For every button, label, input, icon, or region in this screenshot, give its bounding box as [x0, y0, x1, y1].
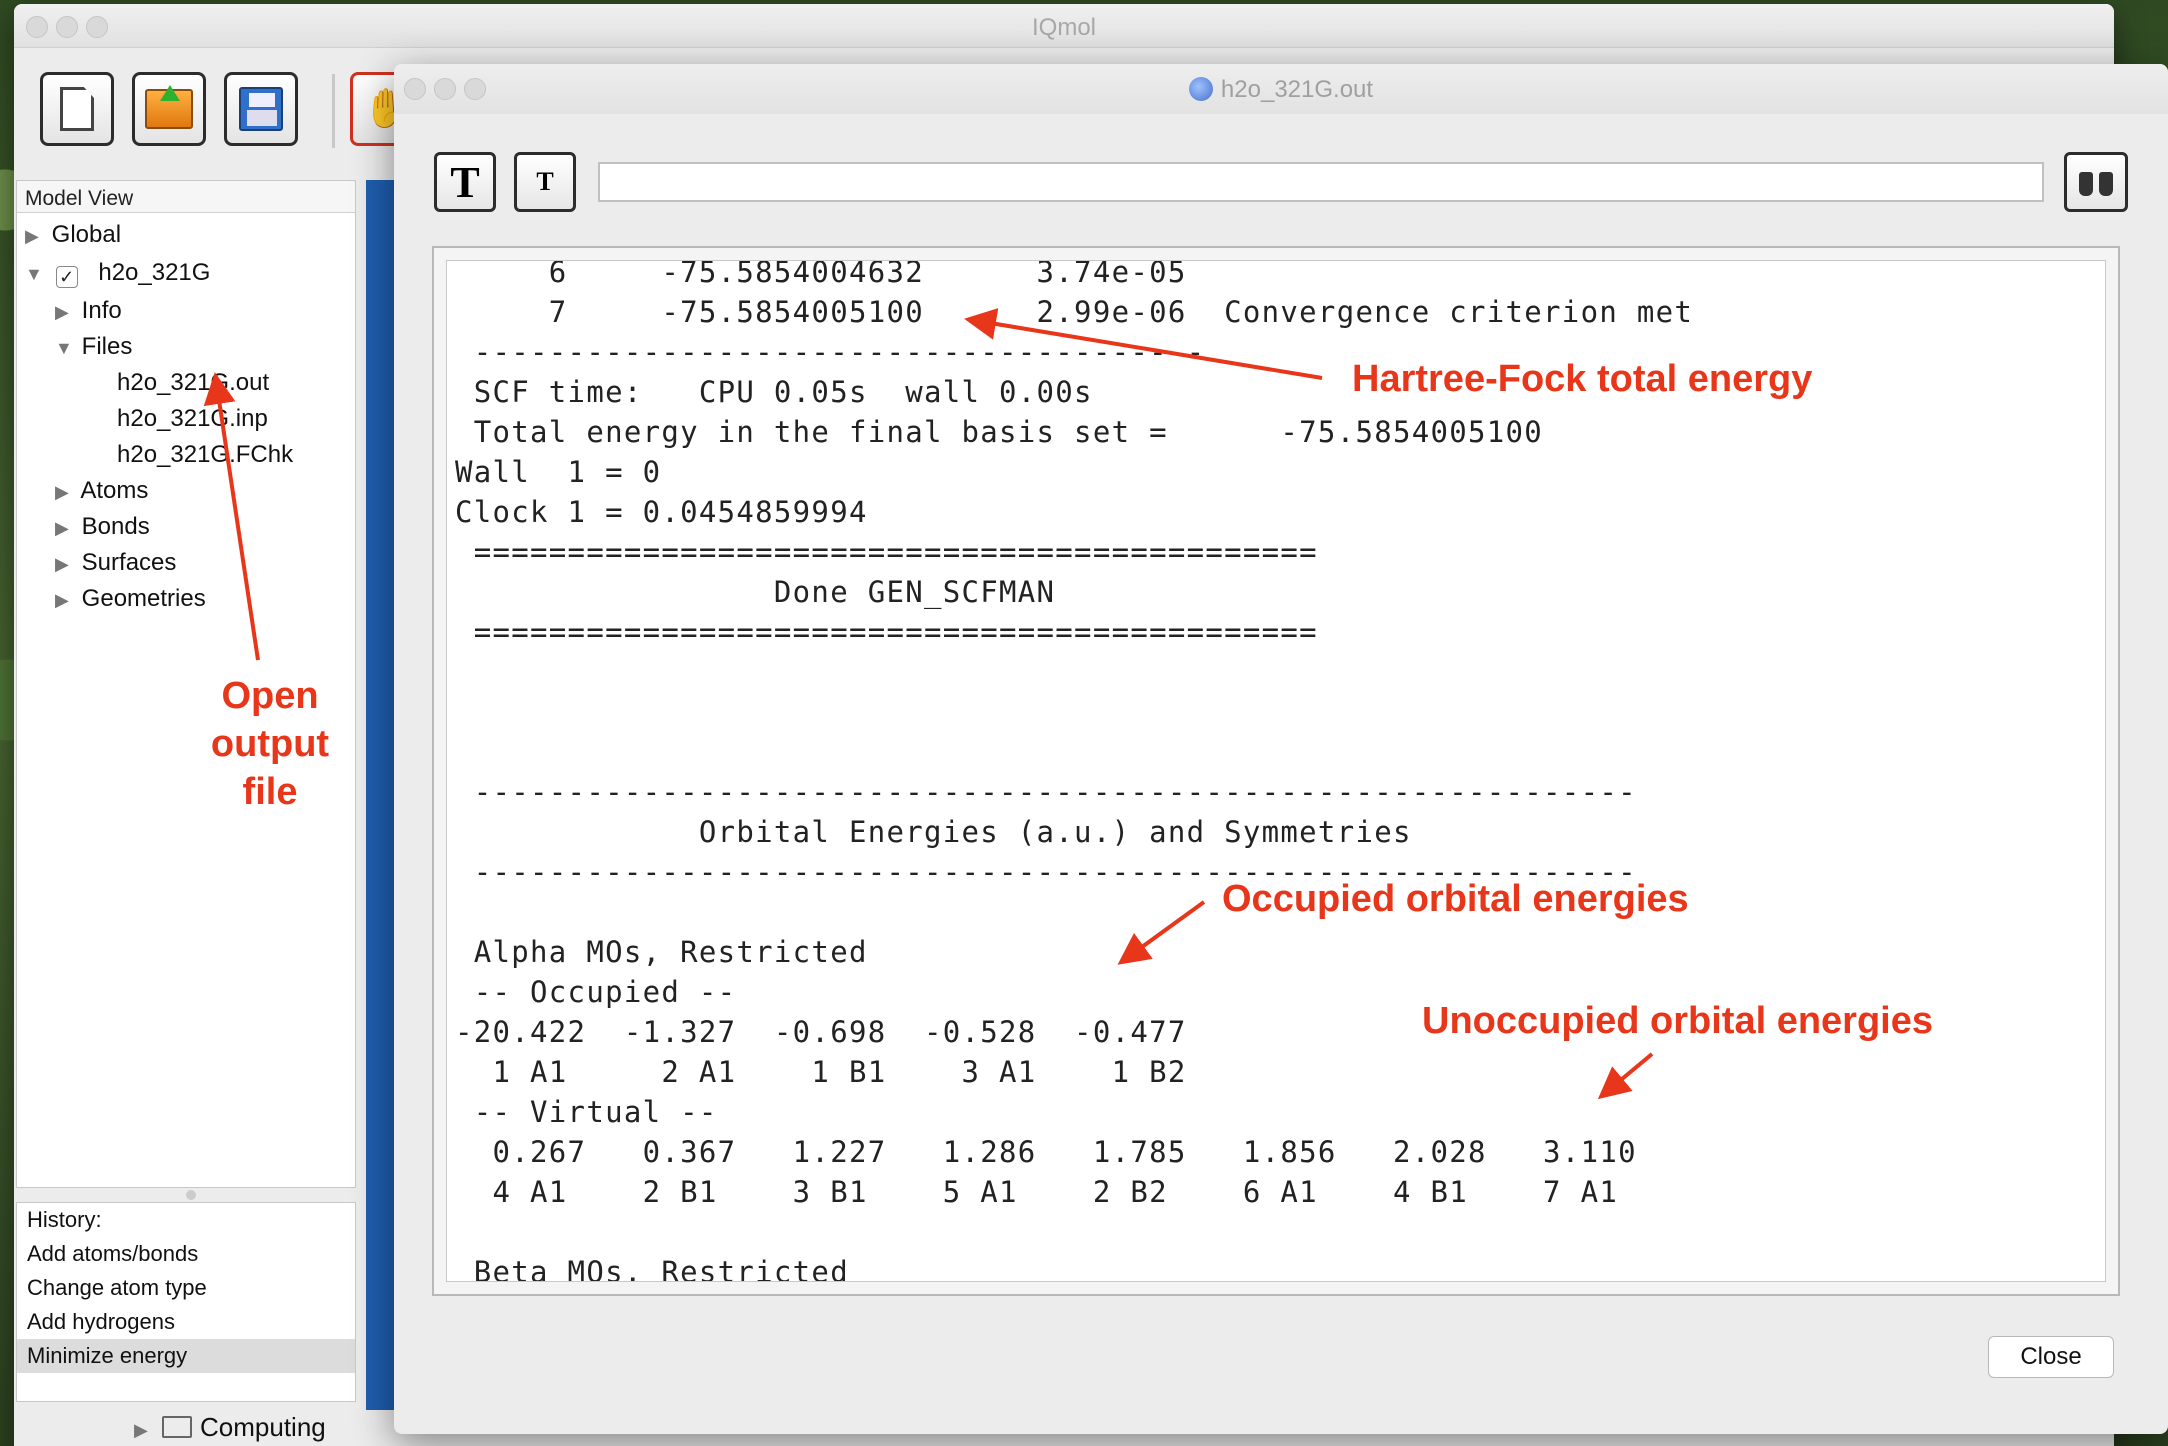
history-item[interactable]: Change atom type	[17, 1271, 355, 1305]
tree-item-surfaces[interactable]: ▶ Surfaces	[55, 549, 176, 577]
tree-label: h2o_321G.inp	[117, 405, 268, 432]
output-line: Wall 1 = 0	[455, 455, 662, 489]
save-disk-icon	[239, 87, 283, 131]
find-button[interactable]	[2064, 152, 2128, 212]
output-line: Done GEN_SCFMAN	[455, 575, 1056, 609]
output-line: -20.422 -1.327 -0.698 -0.528 -0.477	[455, 1015, 1187, 1049]
toolbar-separator	[332, 74, 335, 148]
dialog-title: h2o_321G.out	[394, 76, 2168, 104]
folder-icon	[162, 1416, 192, 1438]
tree-label: h2o_321G.FChk	[117, 441, 294, 468]
tree-label: h2o_321G.out	[117, 369, 270, 396]
annotation-open-output: Open output file	[210, 675, 330, 813]
close-button[interactable]: Close	[1988, 1336, 2114, 1378]
expand-arrow-icon[interactable]: ▶	[25, 226, 45, 247]
open-folder-icon	[145, 85, 193, 129]
output-line: Orbital Energies (a.u.) and Symmetries	[455, 815, 1412, 849]
panel-splitter-handle[interactable]	[186, 1190, 196, 1200]
output-line: SCF time: CPU 0.05s wall 0.00s	[455, 375, 1093, 409]
tree-label: Bonds	[81, 513, 150, 540]
tree-item-molecule[interactable]: ▼ ✓ h2o_321G	[25, 259, 210, 288]
binoculars-icon	[2079, 168, 2113, 196]
open-file-button[interactable]	[132, 72, 206, 146]
window-title: IQmol	[1031, 14, 1096, 41]
expand-arrow-icon[interactable]: ▶	[55, 302, 75, 323]
output-line: ----------------------------------------…	[455, 775, 1637, 809]
dialog-titlebar[interactable]: h2o_321G.out	[394, 64, 2168, 114]
output-line: 1 A1 2 A1 1 B1 3 A1 1 B2	[455, 1055, 1187, 1089]
expand-arrow-icon[interactable]: ▶	[55, 554, 75, 575]
output-line: -- Virtual --	[455, 1095, 718, 1129]
font-size-increase-button[interactable]: T	[434, 152, 496, 212]
annotation-hf-energy: Hartree-Fock total energy	[1352, 358, 1813, 400]
history-panel: History: Add atoms/bonds Change atom typ…	[16, 1202, 356, 1402]
output-line: ---------------------------------------	[455, 335, 1206, 369]
history-item-selected[interactable]: Minimize energy	[17, 1339, 355, 1373]
tree-item-files[interactable]: ▼ Files	[55, 333, 132, 361]
output-file-dialog: h2o_321G.out T T 6 -75.5854004632 3.74e-…	[394, 64, 2168, 1434]
tree-item-info[interactable]: ▶ Info	[55, 297, 122, 325]
tree-item-global[interactable]: ▶ Global	[25, 221, 121, 249]
computing-tree-item[interactable]: ▶ Computing	[134, 1412, 326, 1443]
annotation-unoccupied: Unoccupied orbital energies	[1422, 1000, 1933, 1042]
tree-item-atoms[interactable]: ▶ Atoms	[55, 477, 148, 505]
tree-label: Global	[51, 221, 122, 248]
tree-label: Atoms	[80, 477, 149, 504]
tree-item-file-out[interactable]: h2o_321G.out	[117, 369, 269, 397]
output-line: ========================================…	[455, 535, 1318, 569]
tree-label: Info	[81, 297, 122, 324]
model-view-header: Model View	[17, 181, 355, 213]
output-line: Total energy in the final basis set = -7…	[455, 415, 1544, 449]
tree-label: Geometries	[81, 585, 206, 612]
visibility-checkbox[interactable]: ✓	[55, 266, 78, 288]
output-line: 6 -75.5854004632 3.74e-05	[455, 260, 1187, 289]
new-file-button[interactable]	[40, 72, 114, 146]
expand-arrow-icon[interactable]: ▶	[55, 518, 75, 539]
output-text-frame: 6 -75.5854004632 3.74e-05 7 -75.58540051…	[432, 246, 2120, 1296]
tree-label: Surfaces	[81, 549, 177, 576]
tree-item-file-fchk[interactable]: h2o_321G.FChk	[117, 441, 293, 469]
annotation-occupied: Occupied orbital energies	[1222, 878, 1689, 920]
tree-label: h2o_321G	[98, 259, 211, 286]
expand-arrow-icon[interactable]: ▶	[55, 590, 75, 611]
tree-item-geometries[interactable]: ▶ Geometries	[55, 585, 206, 613]
output-line: ========================================…	[455, 615, 1318, 649]
computing-label: Computing	[200, 1412, 326, 1442]
output-line: Alpha MOs, Restricted	[455, 935, 868, 969]
output-line: 7 -75.5854005100 2.99e-06 Convergence cr…	[455, 295, 1694, 329]
dialog-title-text: h2o_321G.out	[1220, 76, 1374, 103]
collapse-arrow-icon[interactable]: ▼	[25, 264, 45, 285]
collapse-arrow-icon[interactable]: ▼	[55, 338, 75, 359]
expand-arrow-icon[interactable]: ▶	[55, 482, 75, 503]
new-document-icon	[60, 87, 94, 131]
history-header: History:	[27, 1207, 102, 1232]
output-line: Beta MOs, Restricted	[455, 1255, 849, 1282]
font-size-decrease-button[interactable]: T	[514, 152, 576, 212]
history-item[interactable]: Add hydrogens	[17, 1305, 355, 1339]
expand-arrow-icon[interactable]: ▶	[134, 1420, 154, 1441]
tree-label: Files	[81, 333, 133, 360]
output-line: Clock 1 = 0.0454859994	[455, 495, 868, 529]
main-titlebar[interactable]: IQmol	[14, 4, 2114, 48]
tree-item-bonds[interactable]: ▶ Bonds	[55, 513, 150, 541]
output-line: -- Occupied --	[455, 975, 737, 1009]
search-input[interactable]	[598, 162, 2044, 202]
tree-item-file-inp[interactable]: h2o_321G.inp	[117, 405, 268, 433]
molecule-file-icon	[1188, 77, 1213, 101]
save-file-button[interactable]	[224, 72, 298, 146]
output-line: 4 A1 2 B1 3 B1 5 A1 2 B2 6 A1 4 B1 7 A1	[455, 1175, 1619, 1209]
output-line: 0.267 0.367 1.227 1.286 1.785 1.856 2.02…	[455, 1135, 1637, 1169]
output-text-view[interactable]: 6 -75.5854004632 3.74e-05 7 -75.58540051…	[446, 260, 2106, 1282]
history-item[interactable]: Add atoms/bonds	[17, 1237, 355, 1271]
